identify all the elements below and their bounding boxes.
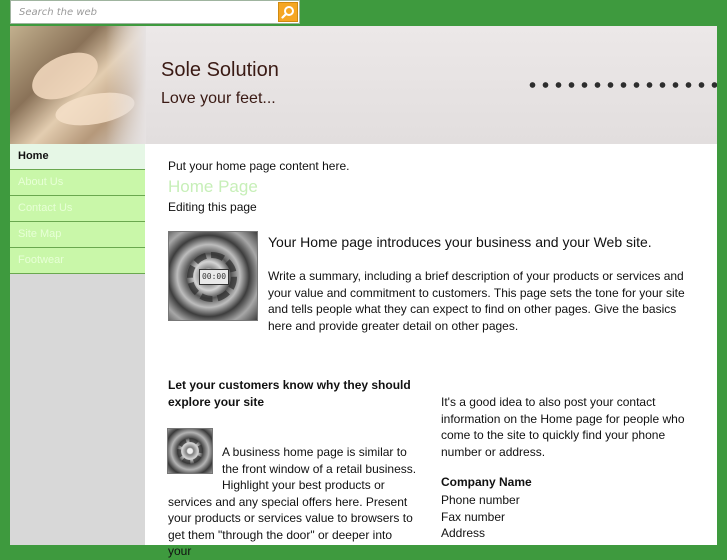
search-icon	[281, 6, 294, 19]
decorative-dots	[526, 80, 717, 90]
nav-item-site-map[interactable]: Site Map	[10, 222, 145, 248]
page-heading: Home Page	[168, 177, 258, 196]
why-heading: Let your customers know why they should …	[168, 378, 411, 409]
page-container: Sole Solution Love your feet... Home Abo…	[10, 26, 717, 558]
nav-item-about-us[interactable]: About Us	[10, 170, 145, 196]
phone-number: Phone number	[441, 493, 520, 507]
nav-item-home[interactable]: Home	[10, 144, 145, 170]
search-button[interactable]	[278, 2, 298, 22]
gear-display-text: 00:00	[199, 269, 229, 285]
lead-text: Your Home page introduces your business …	[268, 234, 652, 250]
contact-details: Phone number Fax number Address	[441, 492, 520, 542]
banner-hands-photo	[10, 26, 146, 144]
header-banner: Sole Solution Love your feet...	[10, 26, 717, 144]
search-bar	[10, 0, 300, 24]
editing-text: Editing this page	[168, 200, 257, 214]
site-title: Sole Solution	[161, 59, 279, 81]
contact-info-text: It's a good idea to also post your conta…	[441, 395, 685, 459]
intro-text: Put your home page content here.	[168, 159, 350, 173]
summary-text: Write a summary, including a brief descr…	[268, 269, 685, 333]
company-name: Company Name	[441, 475, 532, 489]
main-content: Put your home page content here. Home Pa…	[146, 144, 717, 558]
site-tagline: Love your feet...	[161, 90, 276, 107]
search-input[interactable]	[11, 1, 277, 23]
sidebar-nav: Home About Us Contact Us Site Map Footwe…	[10, 144, 145, 545]
address: Address	[441, 526, 486, 540]
nav-item-contact-us[interactable]: Contact Us	[10, 196, 145, 222]
nav-item-footwear[interactable]: Footwear	[10, 248, 145, 274]
business-paragraph: A business home page is similar to the f…	[168, 444, 418, 560]
gear-image: 00:00	[168, 231, 258, 321]
fax-number: Fax number	[441, 509, 506, 524]
